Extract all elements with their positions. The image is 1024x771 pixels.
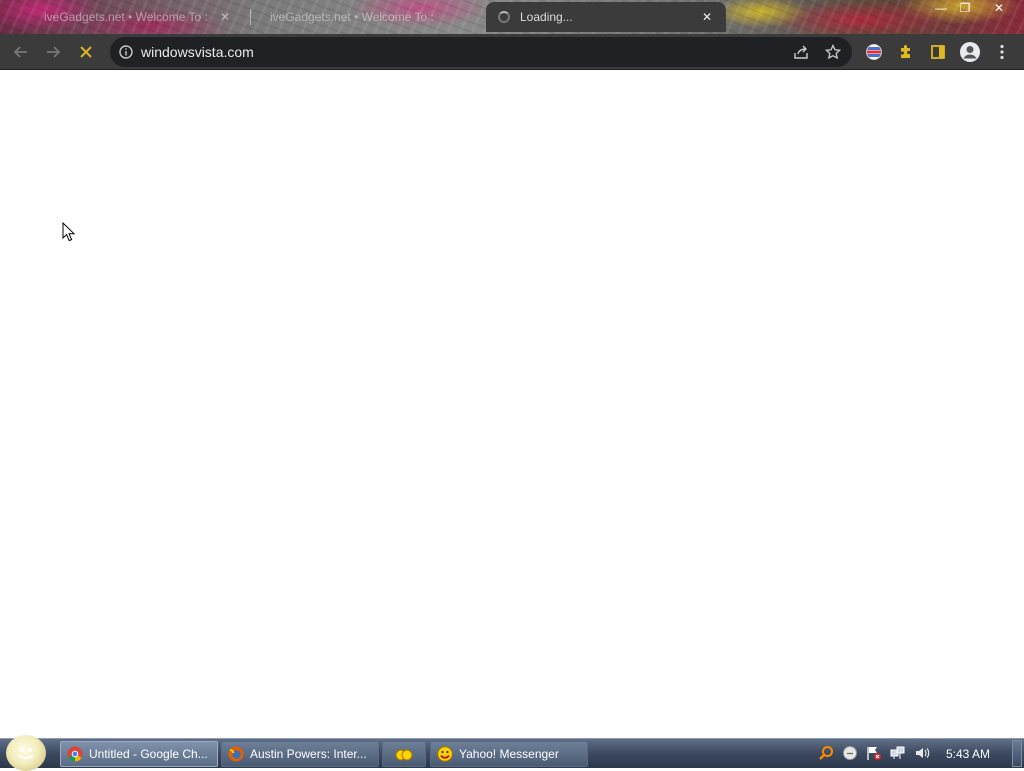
tab-loading[interactable]: Loading... ✕: [486, 2, 726, 32]
taskbar-button-messenger-group[interactable]: [382, 741, 426, 767]
taskbar-button-label: Yahoo! Messenger: [459, 747, 559, 761]
browser-toolbar: windowsvista.com: [0, 34, 1024, 70]
maximize-button[interactable]: ❐: [954, 0, 976, 16]
close-button[interactable]: ✕: [988, 0, 1010, 16]
tab-separator: [250, 9, 251, 25]
taskbar-button-label: Austin Powers: Inter...: [250, 747, 367, 761]
extensions-icon[interactable]: [894, 40, 918, 64]
chrome-icon: [67, 746, 83, 762]
volume-icon[interactable]: [913, 743, 931, 763]
forward-icon[interactable]: [41, 40, 65, 64]
firefox-icon: [228, 746, 244, 762]
address-bar[interactable]: windowsvista.com: [110, 37, 852, 67]
messenger-status-icon[interactable]: [841, 743, 859, 763]
tab-title: Loading...: [520, 10, 573, 24]
tab-title: iveGadgets.net • Welcome To :: [270, 10, 434, 24]
loading-spinner-icon: [498, 11, 510, 23]
star-icon[interactable]: [821, 40, 845, 64]
tab-title: iveGadgets.net • Welcome To :: [44, 10, 208, 24]
menu-icon[interactable]: [990, 40, 1014, 64]
taskbar: Untitled - Google Ch... Austin Powers: I…: [0, 735, 1024, 771]
share-icon[interactable]: [789, 40, 813, 64]
taskbar-button-firefox[interactable]: Austin Powers: Inter...: [221, 741, 379, 767]
side-panel-icon[interactable]: [926, 40, 950, 64]
url-text[interactable]: windowsvista.com: [141, 44, 254, 60]
search-tray-icon[interactable]: [817, 743, 835, 763]
flag-alert-icon[interactable]: [865, 743, 883, 763]
tab-strip: iveGadgets.net • Welcome To : ✕ iveGadge…: [0, 0, 1024, 34]
smiley-icon: [18, 748, 34, 759]
yahoo-messenger-icon: [437, 746, 453, 762]
stop-icon[interactable]: [74, 40, 98, 64]
back-icon[interactable]: [9, 40, 33, 64]
start-button[interactable]: [6, 735, 46, 771]
show-desktop-button[interactable]: [1012, 740, 1022, 767]
taskbar-button-chrome[interactable]: Untitled - Google Ch...: [60, 741, 218, 767]
tab-close-icon[interactable]: ✕: [702, 10, 712, 24]
info-icon[interactable]: [119, 45, 133, 59]
taskbar-button-label: Untitled - Google Ch...: [89, 747, 208, 761]
tab-close-icon[interactable]: ✕: [220, 10, 230, 24]
tab-livegadgets-2[interactable]: iveGadgets.net • Welcome To :: [270, 2, 470, 32]
tab-livegadgets-1[interactable]: iveGadgets.net • Welcome To : ✕: [44, 2, 242, 32]
messenger-group-icon: [395, 749, 413, 761]
profile-icon[interactable]: [958, 40, 982, 64]
vpn-extension-icon[interactable]: [862, 40, 886, 64]
minimize-button[interactable]: —: [930, 0, 952, 16]
network-icon[interactable]: [889, 743, 907, 763]
page-viewport[interactable]: [0, 70, 1024, 738]
taskbar-clock[interactable]: 5:43 AM: [946, 747, 990, 761]
taskbar-button-yahoo-messenger[interactable]: Yahoo! Messenger: [430, 741, 588, 767]
mouse-pointer-icon: [62, 221, 76, 247]
